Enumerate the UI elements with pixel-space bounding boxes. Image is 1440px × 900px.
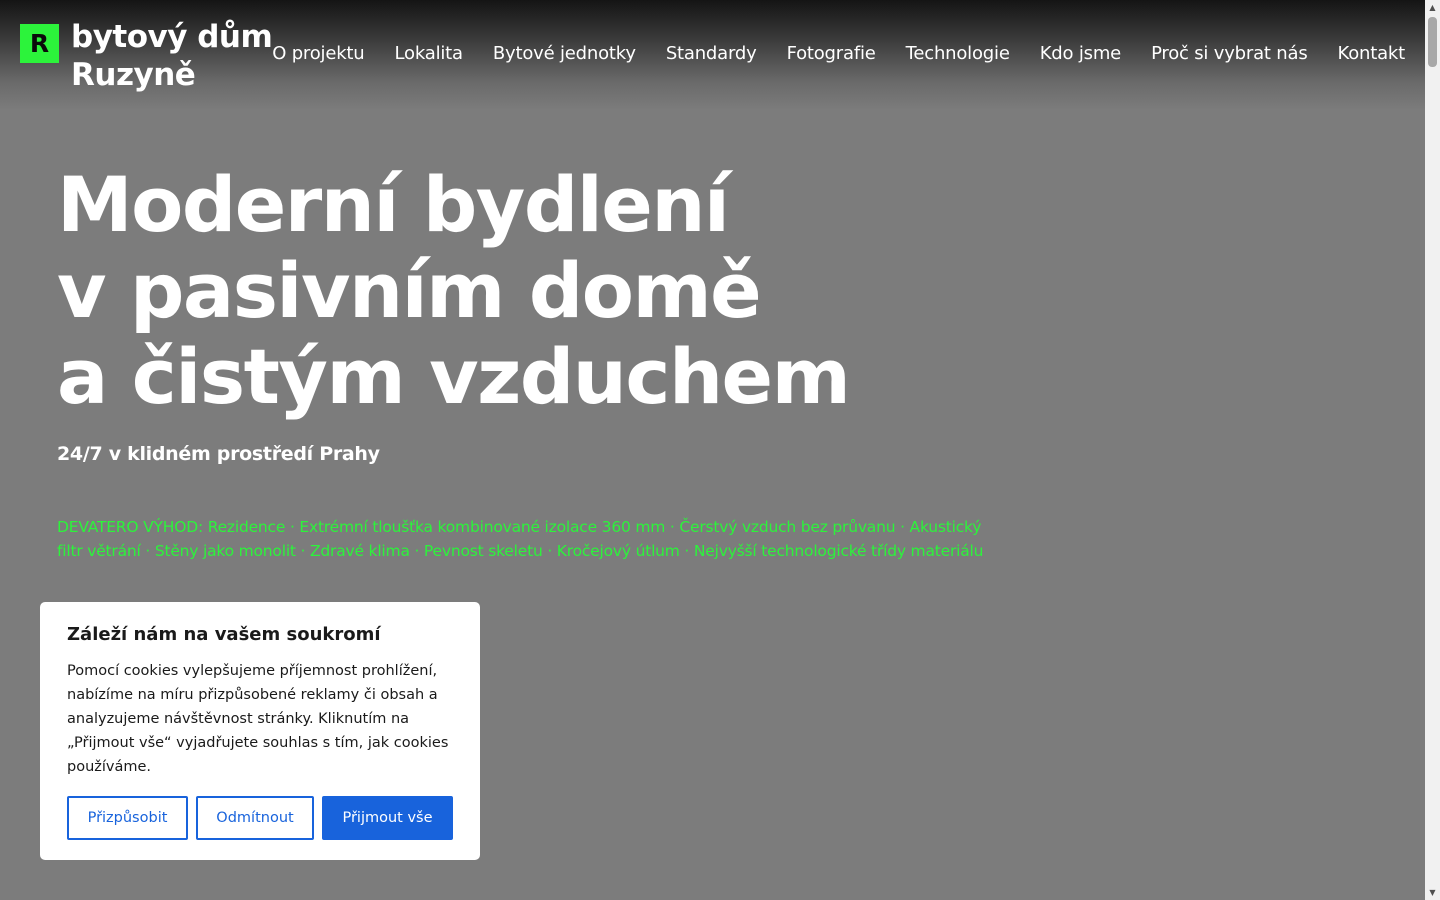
site-header: R bytový dům Ruzyně O projektu Lokalita … bbox=[0, 0, 1425, 110]
nav-item-lokalita[interactable]: Lokalita bbox=[395, 43, 464, 64]
nav-item-kontakt[interactable]: Kontakt bbox=[1338, 43, 1406, 64]
cookie-buttons: Přizpůsobit Odmítnout Přijmout vše bbox=[67, 796, 453, 840]
cookie-text: Pomocí cookies vylepšujeme příjemnost pr… bbox=[67, 663, 449, 775]
nav-item-proc-si-vybrat-nas[interactable]: Proč si vybrat nás bbox=[1151, 43, 1308, 64]
logo-letter: R bbox=[29, 29, 50, 58]
nav-item-o-projektu[interactable]: O projektu bbox=[272, 43, 365, 64]
nav-item-bytove-jednotky[interactable]: Bytové jednotky bbox=[493, 43, 636, 64]
logo-line-2: Ruzyně bbox=[71, 57, 196, 93]
logo-text: bytový dům Ruzyně bbox=[71, 18, 273, 94]
scrollbar-thumb[interactable] bbox=[1428, 17, 1437, 67]
cookie-title: Záleží nám na vašem soukromí bbox=[67, 624, 381, 645]
hero-title: Moderní bydlení v pasivním domě a čistým… bbox=[57, 160, 851, 421]
nav-item-technologie[interactable]: Technologie bbox=[906, 43, 1010, 64]
hero-title-line-2: v pasivním domě bbox=[57, 246, 762, 335]
page-scrollbar[interactable]: ▲ ▼ bbox=[1425, 0, 1440, 900]
customize-button[interactable]: Přizpůsobit bbox=[67, 796, 188, 840]
logo-line-1: bytový dům bbox=[71, 19, 273, 55]
hero-title-line-3: a čistým vzduchem bbox=[57, 332, 851, 421]
cookie-consent-dialog: Záleží nám na vašem soukromí Pomocí cook… bbox=[40, 602, 480, 860]
nav-item-standardy[interactable]: Standardy bbox=[666, 43, 757, 64]
nav-item-fotografie[interactable]: Fotografie bbox=[787, 43, 876, 64]
reject-button[interactable]: Odmítnout bbox=[196, 796, 314, 840]
hero-title-line-1: Moderní bydlení bbox=[57, 160, 730, 249]
logo-mark-icon: R bbox=[20, 24, 59, 63]
accept-all-button[interactable]: Přijmout vše bbox=[322, 796, 453, 840]
page: R bytový dům Ruzyně O projektu Lokalita … bbox=[0, 0, 1425, 900]
triangle-up-icon[interactable]: ▲ bbox=[1425, 0, 1440, 15]
triangle-down-icon[interactable]: ▼ bbox=[1425, 885, 1440, 900]
nav-item-kdo-jsme[interactable]: Kdo jsme bbox=[1040, 43, 1122, 64]
benefits-list: DEVATERO VÝHOD: Rezidence · Extrémní tlo… bbox=[57, 518, 984, 560]
hero-subtitle: 24/7 v klidném prostředí Prahy bbox=[57, 443, 380, 465]
site-logo[interactable]: R bytový dům Ruzyně bbox=[20, 18, 273, 94]
main-nav: O projektu Lokalita Bytové jednotky Stan… bbox=[272, 43, 1405, 64]
